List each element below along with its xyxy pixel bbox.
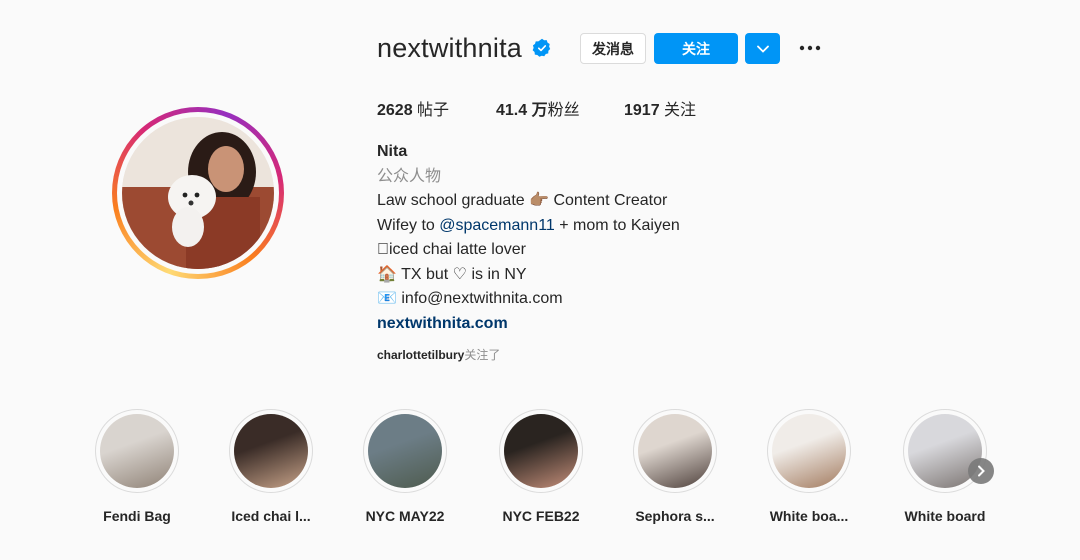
bio-line-5: 📧 info@nextwithnita.com [377,290,563,307]
website-link[interactable]: nextwithnita.com [377,312,680,337]
more-horizontal-icon[interactable] [797,38,823,58]
highlight-item[interactable]: NYC MAY22 [361,409,449,524]
highlight-image [100,414,174,488]
highlight-item[interactable]: White boa... [765,409,853,524]
highlight-cover[interactable] [95,409,179,493]
chevron-down-icon [756,45,769,53]
highlight-image [368,414,442,488]
envelope-icon: 📧 [377,290,397,307]
highlight-image [234,414,308,488]
message-button[interactable]: 发消息 [580,33,646,64]
highlight-image [638,414,712,488]
highlight-image [772,414,846,488]
highlight-cover[interactable] [633,409,717,493]
highlight-label: Iced chai l... [231,508,311,524]
house-icon: 🏠 [377,265,397,283]
highlight-item[interactable]: NYC FEB22 [497,409,585,524]
bio-line-2: Wifey to @spacemann11 + mom to Kaiyen [377,216,680,234]
bio-line-3: 􏿾iced chai latte lover [377,241,526,258]
category-label: 公众人物 [377,167,442,185]
highlight-item[interactable]: Fendi Bag [93,409,181,524]
highlight-label: NYC FEB22 [502,508,580,524]
bio-line-1: Law school graduate 👉🏽 Content Creator [377,192,668,209]
full-name: Nita [377,143,408,160]
highlight-item[interactable]: Iced chai l... [227,409,315,524]
highlight-image [504,414,578,488]
suggested-dropdown-button[interactable] [745,33,780,64]
highlight-label: Sephora s... [635,508,715,524]
highlight-label: Fendi Bag [103,508,171,524]
followed-by[interactable]: charlottetilbury关注了 [377,346,500,363]
profile-avatar[interactable] [112,107,284,279]
heart-icon: ♡ [452,265,467,283]
highlight-label: NYC MAY22 [365,508,445,524]
highlight-cover[interactable] [767,409,851,493]
profile-bio: Nita 公众人物 Law school graduate 👉🏽 Content… [377,140,680,336]
highlights-next-button[interactable] [968,458,994,484]
following-count[interactable]: 1917 关注 [624,96,696,120]
bio-line-4: 🏠 TX but ♡ is in NY [377,265,527,283]
highlight-label: White board [904,508,986,524]
highlight-label: White boa... [769,508,849,524]
highlight-item[interactable]: Sephora s... [631,409,719,524]
pointing-hand-icon: 👉🏽 [529,192,550,209]
followers-count[interactable]: 41.4 万粉丝 [496,96,580,120]
mention-link[interactable]: @spacemann11 [439,217,555,234]
highlight-cover[interactable] [499,409,583,493]
follow-button[interactable]: 关注 [654,33,738,64]
highlight-cover[interactable] [363,409,447,493]
posts-count: 2628 帖子 [377,102,450,119]
highlight-cover[interactable] [229,409,313,493]
profile-username: nextwithnita [377,33,522,63]
avatar-photo [122,117,274,269]
verified-badge-icon [532,38,551,57]
chevron-right-icon [978,465,985,477]
